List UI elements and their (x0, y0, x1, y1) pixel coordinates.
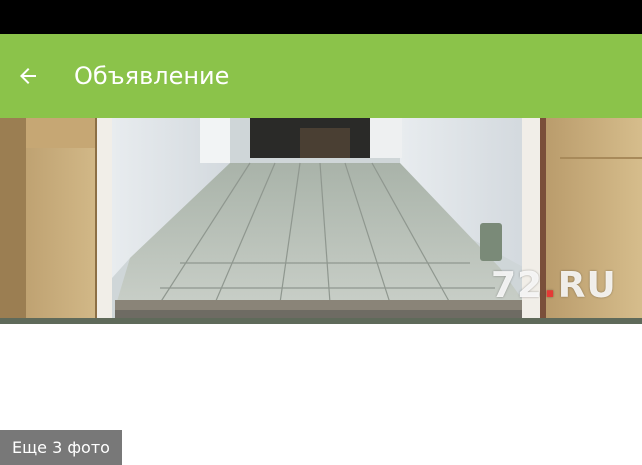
site-watermark: 72.RU (491, 266, 617, 306)
arrow-back-icon (20, 68, 36, 84)
watermark-suffix: RU (557, 265, 617, 306)
page-title: Объявление (74, 62, 230, 90)
app-bar: Объявление (0, 34, 642, 118)
watermark-prefix: 72 (491, 265, 544, 306)
watermark-dot: . (543, 265, 558, 306)
status-bar (0, 0, 642, 34)
more-photos-button[interactable]: Еще 3 фото (0, 430, 122, 465)
back-button[interactable] (6, 54, 50, 98)
